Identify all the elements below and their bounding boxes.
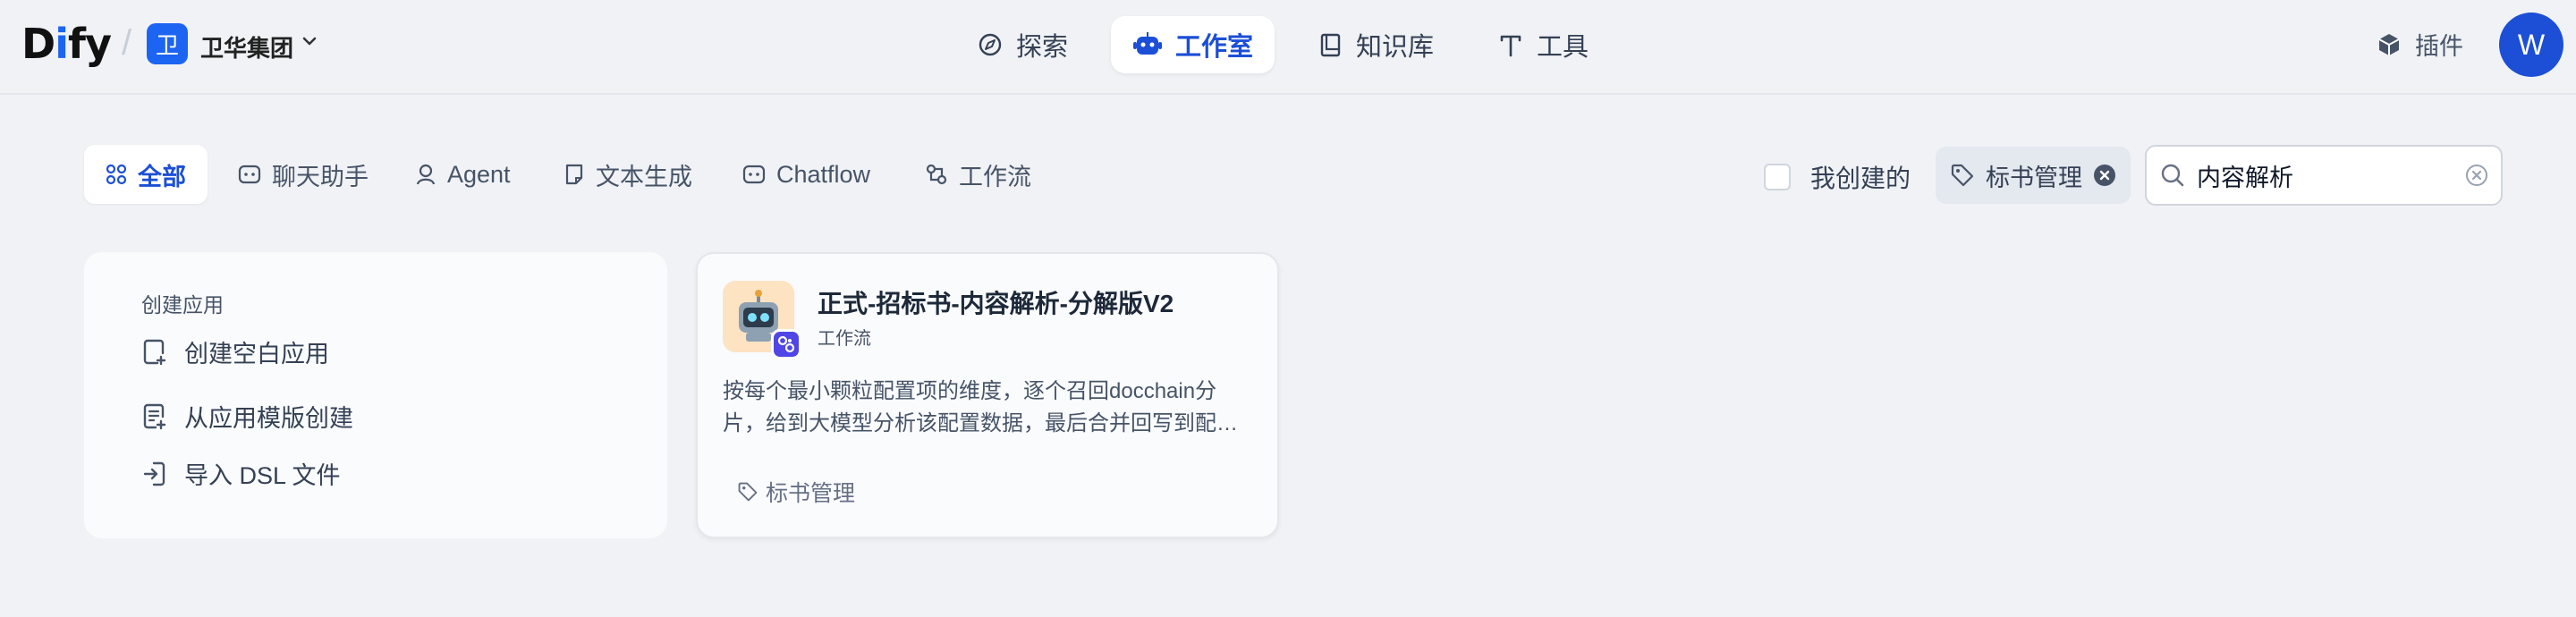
nav-studio-label: 工作室 — [1175, 33, 1254, 62]
search-input[interactable] — [2195, 160, 2465, 190]
app-card[interactable]: 正式-招标书-内容解析-分解版V2 工作流 按每个最小颗粒配置项的维度，逐个召回… — [696, 252, 1279, 538]
workspace-name[interactable]: 卫华集团 — [200, 30, 293, 63]
nav-explore[interactable]: 探索 — [955, 16, 1089, 73]
robot-icon — [1133, 32, 1162, 55]
template-icon — [143, 403, 166, 429]
new-file-icon — [143, 339, 166, 365]
plugins-button[interactable]: 插件 — [2376, 27, 2463, 62]
app-description: 按每个最小颗粒配置项的维度，逐个召回docchain分 片，给到大模型分析该配置… — [723, 376, 1250, 440]
create-app-card: 创建应用 创建空白应用 从应用模版创建 导入 DSL 文件 — [84, 252, 667, 538]
nav-tools-label: 工具 — [1537, 33, 1589, 62]
search-icon — [2161, 164, 2184, 187]
chat-bot-icon — [238, 165, 261, 184]
create-blank-app-button[interactable]: 创建空白应用 — [141, 334, 329, 369]
cube-icon — [2378, 33, 2400, 55]
app-title: 正式-招标书-内容解析-分解版V2 — [818, 290, 1174, 317]
nav-tools[interactable]: 工具 — [1476, 16, 1610, 73]
tag-icon — [738, 482, 758, 502]
nav-knowledge[interactable]: 知识库 — [1295, 16, 1455, 73]
tag-filter-label: 标书管理 — [1986, 164, 2082, 191]
app-description-line: 片，给到大模型分析该配置数据，最后合并回写到配置项中 — [723, 411, 1250, 435]
workspace-icon[interactable]: 卫 — [147, 23, 188, 64]
app-tag-label: 标书管理 — [766, 481, 856, 506]
created-by-me-label: 我创建的 — [1810, 165, 1911, 192]
tag-filter[interactable]: 标书管理 — [1936, 147, 2131, 204]
tab-completion-label: 文本生成 — [596, 163, 692, 190]
tab-text-generation[interactable]: 文本生成 — [542, 145, 714, 204]
tab-workflow[interactable]: 工作流 — [903, 145, 1053, 204]
tag-icon — [1951, 164, 1974, 187]
top-header: Dify / 卫 卫华集团 探索 工作室 知识库 工具 插件 W — [0, 0, 2576, 95]
created-by-me-checkbox[interactable] — [1764, 164, 1791, 190]
clear-tag-icon[interactable] — [2093, 164, 2116, 187]
tab-all-label: 全部 — [138, 163, 186, 190]
app-description-line: 按每个最小颗粒配置项的维度，逐个召回docchain分 — [723, 379, 1217, 403]
workflow-icon — [926, 164, 947, 185]
nav-explore-label: 探索 — [1016, 33, 1069, 62]
tab-chatflow[interactable]: Chatflow — [721, 145, 892, 204]
document-icon — [565, 164, 583, 185]
breadcrumb-separator: / — [122, 23, 132, 63]
app-tag[interactable]: 标书管理 — [737, 476, 855, 508]
tab-workflow-label: 工作流 — [959, 163, 1031, 190]
create-blank-label: 创建空白应用 — [184, 341, 329, 368]
nav-studio[interactable]: 工作室 — [1111, 16, 1275, 73]
tab-all[interactable]: 全部 — [84, 145, 208, 204]
hammer-icon — [1500, 35, 1521, 57]
app-type: 工作流 — [818, 329, 871, 349]
book-icon — [1320, 33, 1341, 57]
tab-agent[interactable]: Agent — [394, 145, 532, 204]
compass-icon — [979, 33, 1002, 56]
user-avatar[interactable]: W — [2499, 13, 2563, 77]
plugins-label: 插件 — [2415, 33, 2463, 60]
created-by-me-filter[interactable]: 我创建的 — [1764, 159, 1911, 195]
tab-chat-assistant[interactable]: 聊天助手 — [216, 145, 390, 204]
search-box[interactable] — [2145, 145, 2503, 206]
create-app-title: 创建应用 — [141, 293, 224, 317]
agent-icon — [416, 164, 436, 185]
tab-agent-label: Agent — [447, 160, 511, 188]
clear-search-icon[interactable] — [2465, 164, 2488, 187]
import-dsl-label: 导入 DSL 文件 — [184, 462, 341, 489]
import-icon — [143, 461, 165, 486]
chatflow-icon — [742, 165, 766, 184]
import-dsl-button[interactable]: 导入 DSL 文件 — [141, 456, 341, 491]
create-from-template-button[interactable]: 从应用模版创建 — [141, 399, 353, 434]
nav-knowledge-label: 知识库 — [1356, 33, 1435, 62]
dify-logo[interactable]: Dify — [21, 20, 112, 68]
tab-chatflow-label: Chatflow — [776, 160, 871, 188]
chevron-down-icon[interactable] — [301, 32, 318, 50]
tab-chat-label: 聊天助手 — [272, 163, 369, 190]
grid-icon — [106, 164, 127, 185]
workflow-badge-icon — [771, 329, 801, 359]
create-template-label: 从应用模版创建 — [184, 405, 353, 432]
